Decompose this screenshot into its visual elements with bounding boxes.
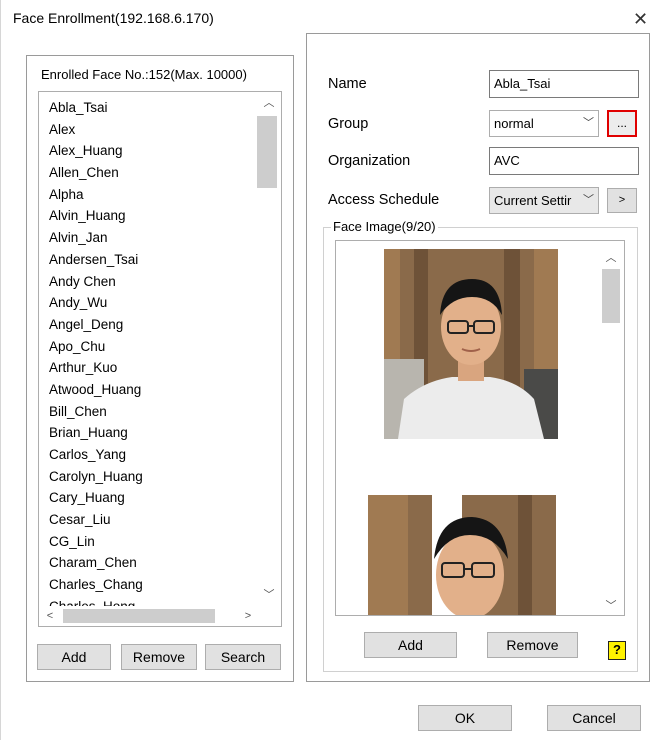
list-item[interactable]: Andy Chen — [49, 271, 249, 293]
cancel-button[interactable]: Cancel — [547, 705, 641, 731]
scroll-up-icon[interactable]: ︿ — [257, 94, 281, 112]
list-item[interactable]: Carlos_Yang — [49, 444, 249, 466]
group-select[interactable]: normal ﹀ — [489, 110, 599, 137]
image-vertical-scrollbar[interactable]: ︿ ﹀ — [598, 241, 624, 615]
list-item[interactable]: Carolyn_Huang — [49, 466, 249, 488]
remove-face-button[interactable]: Remove — [121, 644, 197, 670]
name-label: Name — [328, 76, 367, 92]
face-photo[interactable] — [368, 495, 556, 615]
access-schedule-label: Access Schedule — [328, 192, 440, 208]
scroll-left-icon[interactable]: < — [41, 607, 59, 625]
scroll-right-icon[interactable]: > — [239, 607, 257, 625]
list-item[interactable]: Allen_Chen — [49, 162, 249, 184]
list-item[interactable]: Charam_Chen — [49, 552, 249, 574]
organization-label: Organization — [328, 153, 411, 169]
chevron-down-icon: ﹀ — [583, 194, 594, 206]
help-icon[interactable]: ? — [608, 641, 626, 660]
list-vertical-scrollbar[interactable]: ︿ ﹀ — [257, 92, 281, 606]
list-item[interactable]: Bill_Chen — [49, 401, 249, 423]
enrolled-face-items: Abla_Tsai Alex Alex_Huang Allen_Chen Alpha Al… — [49, 97, 249, 618]
list-item[interactable]: Alvin_Jan — [49, 227, 249, 249]
face-enrollment-dialog: Face Enrollment(192.168.6.170) ✕ Enrolle… — [0, 0, 652, 740]
group-select-value: normal — [494, 116, 534, 131]
list-item[interactable]: CG_Lin — [49, 531, 249, 553]
list-item[interactable]: Andersen_Tsai — [49, 249, 249, 271]
list-item[interactable]: Apo_Chu — [49, 336, 249, 358]
face-photo[interactable] — [384, 249, 558, 439]
scroll-thumb[interactable] — [257, 116, 277, 188]
ok-button[interactable]: OK — [418, 705, 512, 731]
group-more-button[interactable]: ... — [607, 110, 637, 137]
face-image-list[interactable]: ︿ ﹀ — [335, 240, 625, 616]
scroll-down-icon[interactable]: ﹀ — [257, 586, 281, 604]
scroll-thumb-horizontal[interactable] — [63, 609, 215, 623]
enrolled-face-list[interactable]: Abla_Tsai Alex Alex_Huang Allen_Chen Alpha Al… — [38, 91, 282, 627]
list-item[interactable]: Angel_Deng — [49, 314, 249, 336]
list-item[interactable]: Atwood_Huang — [49, 379, 249, 401]
access-schedule-next-button[interactable]: > — [607, 188, 637, 213]
list-horizontal-scrollbar[interactable]: < > — [39, 606, 257, 626]
add-image-button[interactable]: Add — [364, 632, 457, 658]
search-button[interactable]: Search — [205, 644, 281, 670]
list-item[interactable]: Cary_Huang — [49, 487, 249, 509]
chevron-down-icon: ﹀ — [583, 117, 594, 129]
name-field[interactable]: Abla_Tsai — [489, 70, 639, 98]
list-item[interactable]: Alex_Huang — [49, 140, 249, 162]
list-item[interactable]: Charles_Chang — [49, 574, 249, 596]
scroll-up-icon[interactable]: ︿ — [602, 249, 620, 265]
remove-image-button[interactable]: Remove — [487, 632, 578, 658]
list-item[interactable]: Andy_Wu — [49, 292, 249, 314]
add-face-button[interactable]: Add — [37, 644, 111, 670]
close-icon[interactable]: ✕ — [633, 10, 648, 28]
group-label: Group — [328, 116, 369, 132]
window-title: Face Enrollment(192.168.6.170) — [13, 10, 214, 26]
list-item[interactable]: Arthur_Kuo — [49, 357, 249, 379]
list-item[interactable]: Alpha — [49, 184, 249, 206]
scroll-thumb[interactable] — [602, 269, 620, 323]
access-schedule-select[interactable]: Current Settir ﹀ — [489, 187, 599, 214]
list-item[interactable]: Alex — [49, 119, 249, 141]
list-item[interactable]: Cesar_Liu — [49, 509, 249, 531]
list-item[interactable]: Alvin_Huang — [49, 205, 249, 227]
list-item[interactable]: Abla_Tsai — [49, 97, 249, 119]
face-image-caption: Face Image(9/20) — [331, 219, 438, 234]
list-item[interactable]: Brian_Huang — [49, 422, 249, 444]
access-schedule-value: Current Settir — [494, 193, 572, 208]
enrolled-face-count: Enrolled Face No.:152(Max. 10000) — [41, 67, 247, 82]
organization-field[interactable]: AVC — [489, 147, 639, 175]
scroll-down-icon[interactable]: ﹀ — [602, 597, 620, 613]
